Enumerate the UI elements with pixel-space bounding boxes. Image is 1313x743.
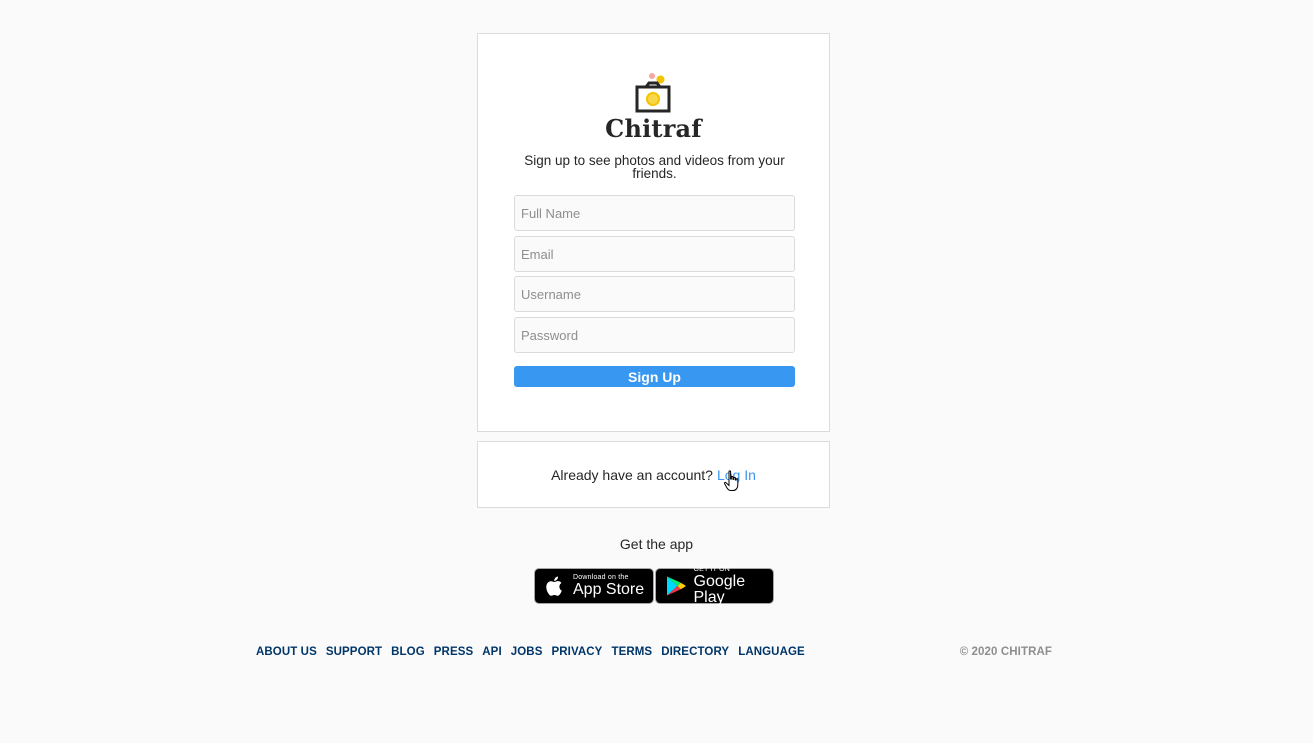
password-input[interactable] (514, 317, 795, 353)
username-input[interactable] (514, 276, 795, 312)
signup-card: Chitraf Sign up to see photos and videos… (477, 33, 830, 432)
google-play-icon (666, 576, 686, 596)
footer-link-privacy[interactable]: PRIVACY (551, 646, 602, 658)
footer-link-press[interactable]: PRESS (434, 646, 474, 658)
copyright: © 2020 CHITRAF (959, 646, 1052, 658)
footer-link-about-us[interactable]: ABOUT US (256, 646, 317, 658)
brand-logo: Chitraf (478, 72, 829, 143)
app-badges: Download on the App Store GET IT ON Goog… (534, 566, 774, 606)
google-play-badge[interactable]: GET IT ON Google Play (654, 566, 774, 606)
login-question: Already have an account? (551, 466, 713, 483)
footer-link-language[interactable]: LANGUAGE (738, 646, 805, 658)
camera-logo-icon (635, 73, 670, 113)
log-in-link[interactable]: Log In (717, 467, 756, 483)
login-prompt-card: Already have an account? Log In (477, 441, 830, 508)
footer-links: ABOUT US SUPPORT BLOG PRESS API JOBS PRI… (256, 646, 805, 658)
apple-icon (546, 576, 562, 596)
app-store-big-text: App Store (573, 581, 645, 598)
email-input[interactable] (514, 236, 795, 272)
footer-link-jobs[interactable]: JOBS (511, 646, 543, 658)
google-play-big-text: Google Play (693, 573, 746, 606)
app-store-small-text: Download on the (573, 574, 629, 581)
get-app-label: Get the app (619, 536, 694, 552)
sign-up-button[interactable]: Sign Up (514, 366, 795, 387)
footer-link-directory[interactable]: DIRECTORY (661, 646, 729, 658)
google-play-small-text: GET IT ON (693, 566, 731, 573)
signup-tagline: Sign up to see photos and videos from yo… (524, 153, 785, 181)
footer-link-blog[interactable]: BLOG (391, 646, 425, 658)
brand-name: Chitraf (605, 114, 702, 143)
app-store-badge[interactable]: Download on the App Store (534, 568, 654, 604)
footer-link-terms[interactable]: TERMS (611, 646, 652, 658)
full-name-input[interactable] (514, 195, 795, 231)
footer-link-api[interactable]: API (482, 646, 501, 658)
footer: ABOUT US SUPPORT BLOG PRESS API JOBS PRI… (256, 644, 1052, 660)
footer-link-support[interactable]: SUPPORT (326, 646, 382, 658)
